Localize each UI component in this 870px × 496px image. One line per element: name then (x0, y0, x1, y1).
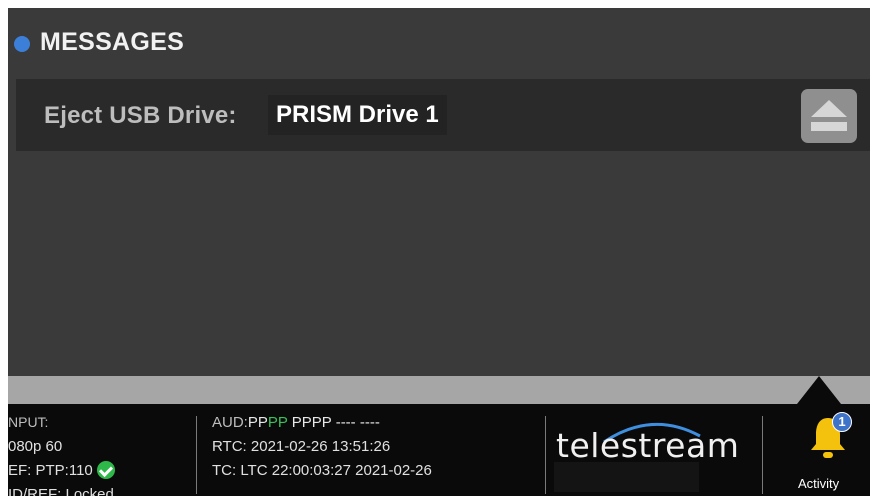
device-screen: MESSAGES Eject USB Drive: PRISM Drive 1 … (8, 8, 870, 496)
ref-status: EF: PTP:110 (8, 461, 115, 480)
activity-button[interactable]: 1 (806, 412, 856, 464)
status-bar: NPUT: 080p 60 EF: PTP:110 ID/REF: Locked… (8, 404, 870, 496)
aud-pairs-rest: PPPP ---- ---- (287, 414, 380, 431)
eject-icon (811, 100, 847, 117)
drive-name: PRISM Drive 1 (268, 95, 447, 135)
check-icon (96, 461, 115, 480)
ref-text: EF: PTP:110 (8, 462, 93, 479)
status-dot-icon (14, 36, 30, 52)
footer-separator (196, 416, 197, 494)
input-format: 080p 60 (8, 438, 63, 455)
status-divider-strip (8, 376, 870, 404)
strip-notch (797, 376, 841, 404)
audio-status: AUD:PPPP PPPP ---- ---- (212, 414, 380, 431)
eject-button[interactable] (801, 89, 857, 143)
logo-text: telestream (556, 426, 740, 465)
footer-separator (762, 416, 763, 494)
rtc-readout: RTC: 2021-02-26 13:51:26 (212, 438, 391, 455)
message-row: Eject USB Drive: PRISM Drive 1 (16, 79, 870, 151)
aud-pairs-2: PP (267, 414, 288, 431)
activity-count-badge: 1 (832, 412, 852, 432)
logo-subtitle-area (554, 462, 699, 492)
activity-label[interactable]: Activity (798, 476, 839, 491)
footer-separator (545, 416, 546, 494)
aud-pairs-1: PP (247, 414, 268, 431)
aud-prefix: AUD: (212, 414, 248, 431)
telestream-logo: telestream (556, 416, 756, 466)
input-label: NPUT: (8, 414, 49, 430)
timecode-readout: TC: LTC 22:00:03:27 2021-02-26 (212, 462, 432, 479)
eject-icon-bar (811, 122, 847, 131)
vidref-status: ID/REF: Locked (8, 486, 114, 496)
message-label: Eject USB Drive: (44, 102, 237, 129)
messages-header: MESSAGES (8, 8, 870, 78)
page-title: MESSAGES (40, 28, 185, 56)
